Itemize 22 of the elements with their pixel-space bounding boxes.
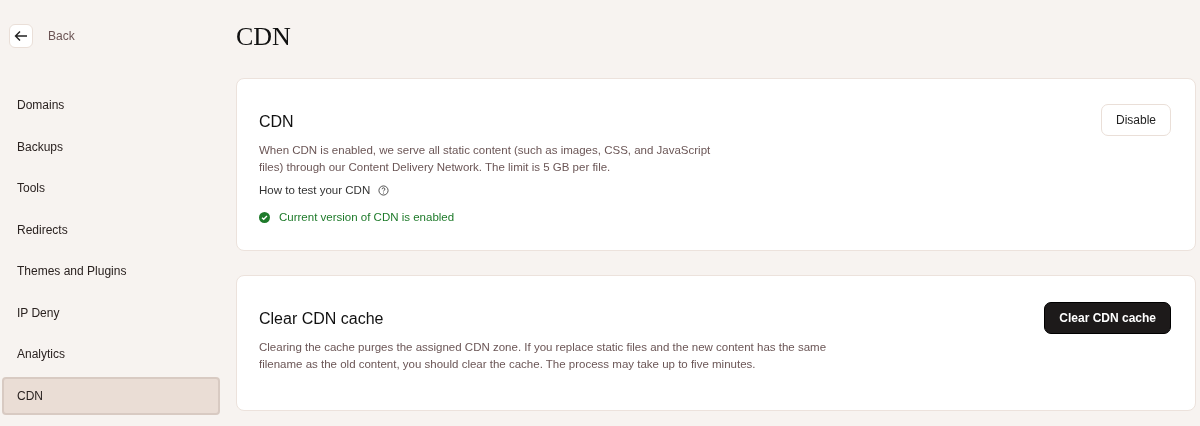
sidebar-item[interactable]: Domains bbox=[2, 86, 220, 125]
page-title: CDN bbox=[236, 22, 292, 53]
card-title: Clear CDN cache bbox=[259, 310, 385, 328]
sidebar-item[interactable]: CDN bbox=[2, 376, 220, 415]
back-arrow-icon bbox=[14, 30, 28, 42]
check-circle-icon bbox=[259, 211, 270, 223]
sidebar-item[interactable]: IP Deny bbox=[2, 293, 220, 332]
back-button[interactable] bbox=[9, 24, 33, 48]
help-icon[interactable] bbox=[378, 184, 390, 196]
help-link[interactable]: How to test your CDN bbox=[259, 184, 371, 196]
sidebar-item[interactable]: Analytics bbox=[2, 335, 220, 374]
action-button[interactable]: Clear CDN cache bbox=[1044, 302, 1171, 334]
back-link[interactable]: Back bbox=[48, 29, 75, 43]
action-button[interactable]: Disable bbox=[1100, 104, 1171, 136]
sidebar-item[interactable]: Tools bbox=[2, 169, 220, 208]
sidebar-item[interactable]: Redirects bbox=[2, 210, 220, 249]
card-description: Clearing the cache purges the assigned CDN zone. If you replace static files and the new content has the same filename as the old content, you should clear the cache. The process may take up to five minutes. bbox=[259, 340, 828, 372]
card-description: When CDN is enabled, we serve all static content (such as images, CSS, and JavaScript files) through our Content Delivery Network. The limit is 5 GB per file. bbox=[259, 143, 712, 175]
sidebar-item[interactable]: Themes and Plugins bbox=[2, 252, 220, 291]
card-title: CDN bbox=[259, 113, 295, 131]
sidebar-item[interactable]: Backups bbox=[2, 127, 220, 166]
status-message: Current version of CDN is enabled bbox=[259, 211, 729, 223]
